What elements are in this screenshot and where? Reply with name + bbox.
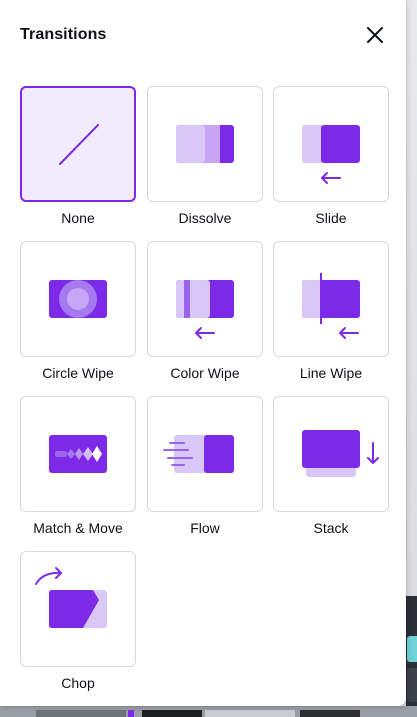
background-dark-control — [407, 668, 417, 702]
app-background: Transitions None Dissolve Slide Circle W… — [0, 0, 417, 717]
transition-thumbnail[interactable] — [273, 396, 389, 512]
transition-label: Circle Wipe — [42, 365, 114, 381]
transition-option-chop[interactable]: Chop — [20, 551, 136, 691]
dissolve-transition-icon — [176, 125, 234, 163]
transition-thumbnail[interactable] — [273, 86, 389, 202]
color-wipe-transition-icon — [176, 280, 234, 339]
transition-label: Line Wipe — [299, 365, 363, 381]
transition-label: Match & Move — [33, 520, 123, 536]
transition-option-line-wipe[interactable]: Line Wipe — [273, 241, 389, 381]
transition-option-stack[interactable]: Stack — [273, 396, 389, 536]
transition-option-none[interactable]: None — [20, 86, 136, 226]
transition-label: Flow — [190, 520, 220, 536]
background-timeline-edge — [0, 706, 417, 717]
transition-label: Slide — [315, 210, 347, 226]
transition-option-match-and-move[interactable]: Match & Move — [20, 396, 136, 536]
transition-option-dissolve[interactable]: Dissolve — [147, 86, 263, 226]
transition-label: Chop — [61, 675, 95, 691]
transition-thumbnail[interactable] — [20, 241, 136, 357]
transition-label: Stack — [313, 520, 349, 536]
stack-transition-icon — [302, 430, 379, 477]
background-teal-control — [407, 636, 417, 662]
transition-thumbnail[interactable] — [147, 396, 263, 512]
transition-option-slide[interactable]: Slide — [273, 86, 389, 226]
match-and-move-transition-icon — [49, 435, 107, 473]
transition-thumbnail[interactable] — [20, 86, 136, 202]
transition-option-circle-wipe[interactable]: Circle Wipe — [20, 241, 136, 381]
transition-option-flow[interactable]: Flow — [147, 396, 263, 536]
none-transition-icon — [59, 124, 99, 165]
close-icon — [367, 27, 383, 43]
transition-thumbnail[interactable] — [273, 241, 389, 357]
transition-label: Dissolve — [178, 210, 232, 226]
transition-thumbnail[interactable] — [20, 551, 136, 667]
transition-thumbnail[interactable] — [147, 241, 263, 357]
panel-header: Transitions — [20, 22, 390, 50]
background-canvas-edge — [406, 596, 417, 717]
transition-thumbnail[interactable] — [20, 396, 136, 512]
transitions-panel: Transitions None Dissolve Slide Circle W… — [0, 0, 406, 706]
transition-thumbnail[interactable] — [147, 86, 263, 202]
circle-wipe-transition-icon — [49, 280, 107, 318]
flow-transition-icon — [163, 435, 234, 473]
panel-title: Transitions — [20, 26, 107, 43]
transition-label: Color Wipe — [170, 365, 240, 381]
slide-transition-icon — [302, 125, 360, 184]
close-button[interactable] — [362, 22, 388, 48]
transition-option-color-wipe[interactable]: Color Wipe — [147, 241, 263, 381]
line-wipe-transition-icon — [302, 273, 360, 339]
transition-label: None — [61, 210, 95, 226]
chop-transition-icon — [35, 567, 107, 628]
